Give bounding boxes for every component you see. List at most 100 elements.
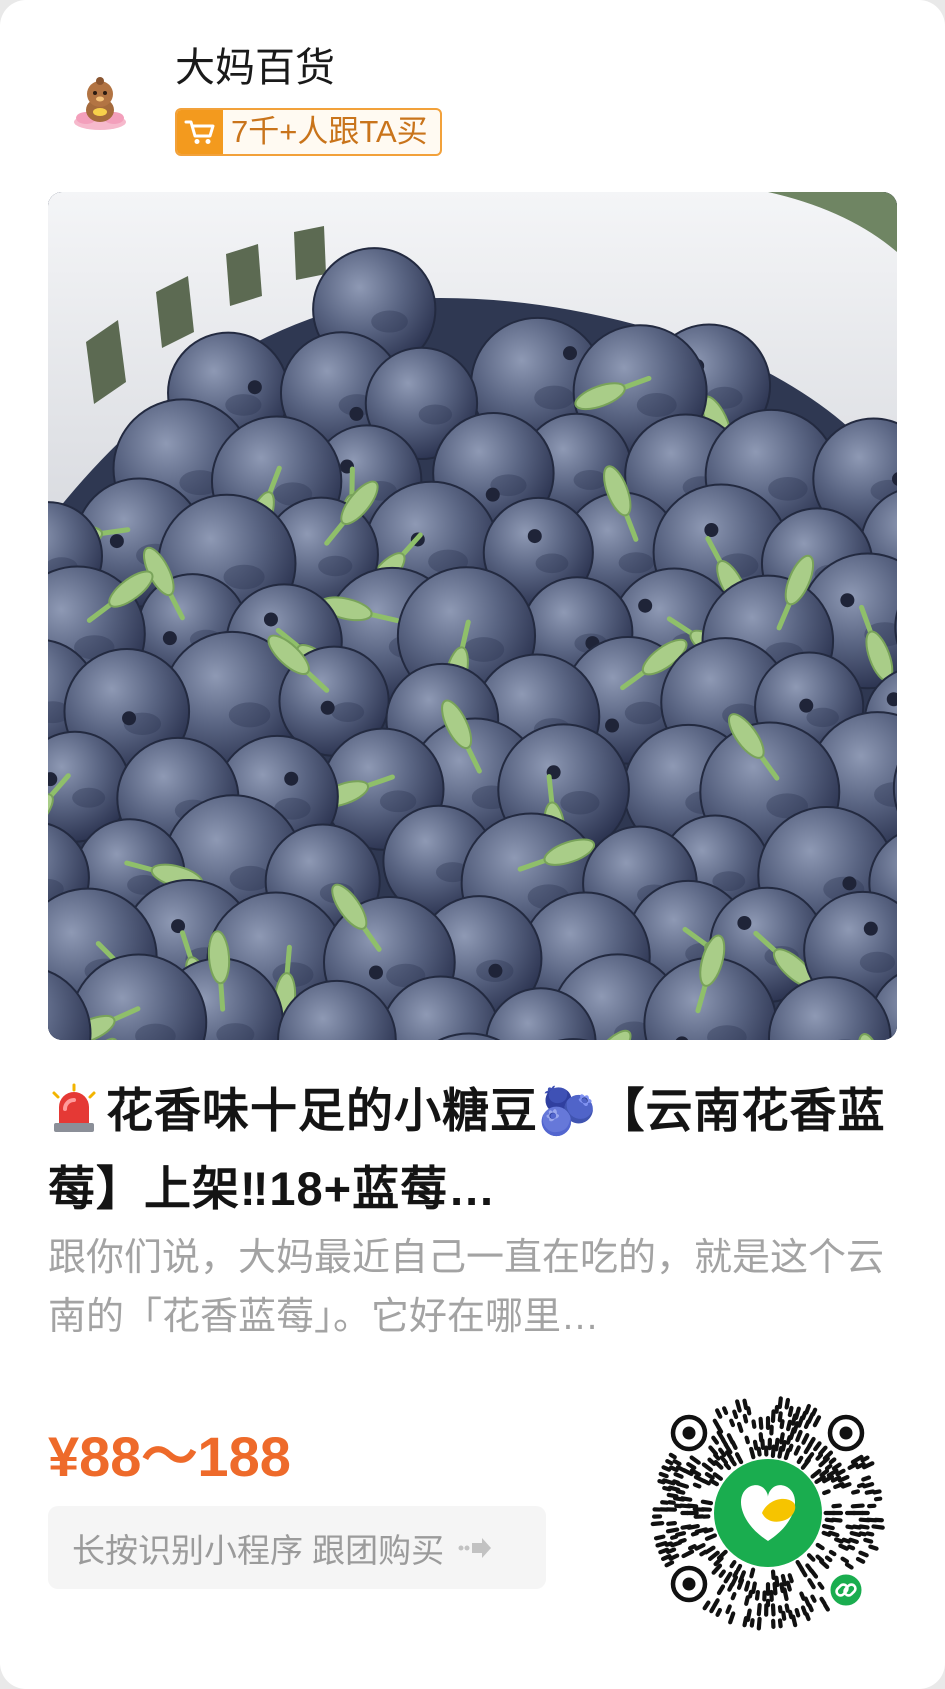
mini-program-code[interactable] [644, 1389, 892, 1637]
code-dot [700, 1499, 714, 1506]
code-dot [780, 1440, 787, 1452]
code-dot [749, 1618, 755, 1628]
code-dot [657, 1479, 666, 1485]
code-dot [669, 1465, 679, 1473]
store-avatar[interactable] [68, 70, 132, 134]
code-dot [756, 1446, 762, 1457]
code-dot [871, 1524, 885, 1530]
code-dot [792, 1421, 800, 1434]
share-card: 大妈百货 7千+人跟TA买 花香味十足的小糖豆🫐【云南花香蓝莓】上架‼18+蓝莓… [0, 0, 945, 1689]
code-dot [664, 1560, 675, 1568]
code-finder-mark [670, 1414, 708, 1452]
code-dot [711, 1435, 719, 1445]
code-dot [779, 1432, 785, 1445]
code-dot [804, 1612, 811, 1622]
code-dot [658, 1471, 669, 1479]
code-dot [704, 1472, 715, 1480]
code-dot [681, 1549, 695, 1559]
code-dot [785, 1580, 792, 1592]
button-label: 长按识别小程序 跟团购买 [72, 1531, 445, 1569]
code-dot [863, 1537, 874, 1544]
app-logo-icon [714, 1459, 822, 1567]
code-dot [666, 1521, 677, 1526]
code-dot [858, 1550, 869, 1558]
code-dot [787, 1443, 794, 1452]
code-dot [864, 1489, 876, 1495]
code-dot [719, 1455, 729, 1465]
code-dot [756, 1616, 762, 1631]
code-dot [712, 1472, 723, 1481]
code-dot [715, 1424, 724, 1434]
code-dot [729, 1418, 736, 1428]
code-dot [672, 1459, 682, 1466]
code-dot [690, 1531, 699, 1537]
code-dot [787, 1609, 794, 1620]
code-dot [828, 1457, 837, 1465]
code-dot [650, 1521, 665, 1527]
code-dot [728, 1611, 736, 1625]
code-dot [742, 1398, 749, 1411]
code-dot [809, 1568, 819, 1579]
code-dot [849, 1530, 862, 1538]
code-dot [862, 1482, 875, 1489]
code-dot [822, 1489, 831, 1496]
code-dot [744, 1435, 750, 1445]
code-dot [709, 1478, 719, 1487]
code-dot [786, 1419, 792, 1432]
code-dot [799, 1566, 808, 1578]
code-dot [801, 1432, 810, 1445]
code-dot [702, 1600, 711, 1611]
code-dot [821, 1523, 835, 1531]
code-dot [799, 1591, 806, 1601]
code-dot [701, 1462, 713, 1472]
code-dot [673, 1472, 684, 1479]
code-dot [782, 1587, 789, 1602]
code-dot [770, 1444, 776, 1458]
code-dot [747, 1589, 754, 1599]
code-dot [840, 1556, 850, 1564]
code-dot [847, 1544, 856, 1551]
code-dot [686, 1462, 697, 1470]
code-dot [745, 1608, 752, 1622]
code-dot [751, 1581, 757, 1594]
code-dot [780, 1573, 787, 1587]
code-dot [851, 1489, 861, 1495]
code-dot [732, 1409, 739, 1420]
code-dot [777, 1618, 783, 1629]
code-dot [712, 1418, 720, 1428]
code-dot [850, 1454, 864, 1465]
code-dot [752, 1439, 759, 1451]
code-dot [838, 1543, 850, 1551]
code-dot [807, 1603, 814, 1613]
product-title[interactable]: 花香味十足的小糖豆🫐【云南花香蓝莓】上架‼18+蓝莓… [48, 1072, 897, 1228]
code-dot [672, 1496, 686, 1502]
code-dot [848, 1537, 859, 1544]
code-dot [723, 1571, 733, 1584]
code-dot [742, 1616, 749, 1628]
code-dot [730, 1592, 737, 1601]
code-dot [828, 1549, 837, 1557]
code-dot [807, 1578, 816, 1590]
mini-program-link-icon [827, 1571, 865, 1609]
join-group-buy-button[interactable]: 长按识别小程序 跟团购买 [48, 1506, 546, 1589]
code-dot [675, 1465, 688, 1474]
code-dot [779, 1582, 785, 1594]
code-dot [687, 1544, 697, 1551]
code-dot [665, 1458, 674, 1466]
product-image[interactable] [48, 192, 897, 1040]
code-dot [694, 1527, 708, 1534]
code-dot [774, 1437, 780, 1452]
code-dot [841, 1537, 851, 1544]
code-dot [840, 1482, 852, 1489]
code-dot [653, 1534, 666, 1541]
code-dot [807, 1436, 816, 1448]
code-dot [777, 1411, 783, 1423]
code-dot [824, 1555, 833, 1563]
mini-program-code-graphic [650, 1396, 885, 1631]
code-dot [758, 1416, 764, 1430]
code-dot [694, 1543, 706, 1551]
code-dot [665, 1527, 680, 1534]
siren-icon [48, 1080, 100, 1132]
code-dot [715, 1607, 723, 1617]
code-dot [713, 1556, 724, 1567]
